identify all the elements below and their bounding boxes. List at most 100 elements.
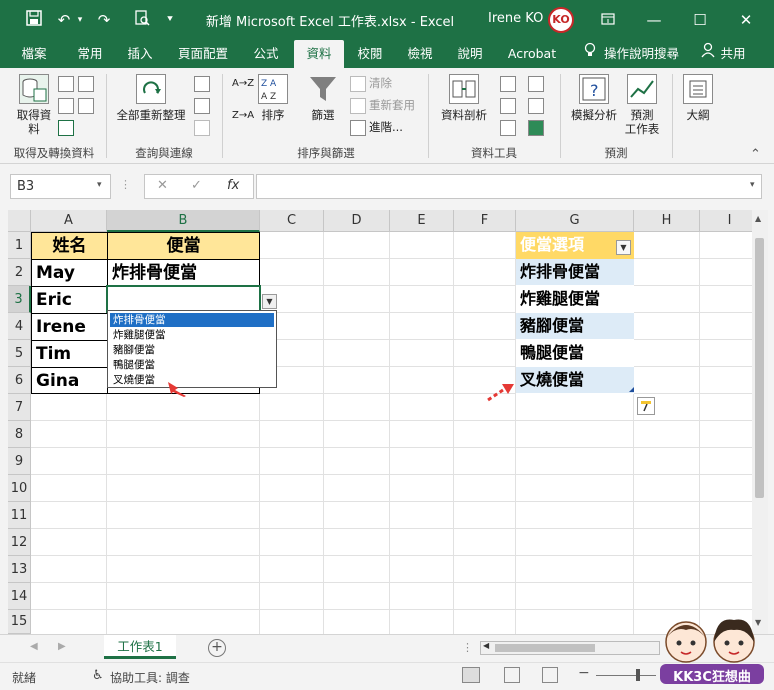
prev-sheet-icon[interactable]: ◀ <box>30 641 38 652</box>
reapply-button[interactable]: 重新套用 <box>350 96 415 114</box>
name-box[interactable]: B3 <box>10 174 111 199</box>
cell-a2[interactable]: May <box>31 259 108 287</box>
column-header-g[interactable]: G <box>516 210 634 232</box>
save-icon[interactable] <box>24 10 44 30</box>
properties-icon[interactable] <box>194 96 213 114</box>
expand-formula-icon[interactable]: ▾ <box>750 180 755 190</box>
text-to-columns-button[interactable]: 資料剖析 <box>436 74 492 122</box>
scroll-left-icon[interactable]: ◀ <box>483 641 489 650</box>
user-name[interactable]: Irene KO <box>488 11 543 26</box>
accessibility-status[interactable]: 協助工具: 調查 <box>110 669 190 686</box>
cell-a4[interactable]: Irene <box>31 313 108 341</box>
from-web-icon[interactable] <box>58 96 77 114</box>
what-if-analysis-button[interactable]: ? 模擬分析 <box>566 74 622 122</box>
get-data-button[interactable]: 取得資 料 <box>12 74 56 136</box>
data-model-icon[interactable] <box>528 118 547 136</box>
share-icon[interactable] <box>700 40 716 68</box>
column-header-b[interactable]: B <box>107 210 260 232</box>
row-header-8[interactable]: 8 <box>8 421 31 448</box>
formula-input[interactable] <box>256 174 762 199</box>
collapse-ribbon-icon[interactable]: ⌃ <box>750 146 761 164</box>
cell-a1[interactable]: 姓名 <box>31 232 108 260</box>
cell-g2[interactable]: 炸排骨便當 <box>516 259 634 286</box>
existing-connections-icon[interactable] <box>78 96 97 114</box>
vertical-scrollbar[interactable]: ▲ ▼ <box>752 210 768 634</box>
add-sheet-icon[interactable]: + <box>208 639 226 657</box>
enter-icon[interactable]: ✓ <box>191 178 202 193</box>
tab-review[interactable]: 校閱 <box>348 40 392 68</box>
row-header-3[interactable]: 3 <box>8 286 31 313</box>
worksheet-grid[interactable]: A B C D E F G H I 1 2 3 4 5 6 7 8 9 10 1… <box>8 210 760 634</box>
name-box-dropdown-icon[interactable]: ▾ <box>97 180 102 190</box>
cell-b1[interactable]: 便當 <box>107 232 260 260</box>
dropdown-option[interactable]: 鴨腿便當 <box>110 358 274 372</box>
cell-g6[interactable]: 叉燒便當 <box>516 367 634 394</box>
queries-connections-icon[interactable] <box>194 74 213 92</box>
page-break-view-icon[interactable] <box>542 667 558 683</box>
validation-dropdown-button[interactable]: ▼ <box>262 294 277 309</box>
edit-links-icon[interactable] <box>194 118 213 136</box>
print-preview-icon[interactable] <box>132 10 152 30</box>
redo-icon[interactable]: ↷ <box>94 10 114 30</box>
vertical-scroll-thumb[interactable] <box>755 238 764 498</box>
sort-ascending-button[interactable]: A→Z <box>232 78 254 89</box>
flash-fill-icon[interactable] <box>500 74 519 92</box>
tab-split-icon[interactable]: ⋮ <box>462 641 473 654</box>
row-header-6[interactable]: 6 <box>8 367 31 394</box>
dropdown-option[interactable]: 炸雞腿便當 <box>110 328 274 342</box>
consolidate-icon[interactable] <box>528 74 547 92</box>
horizontal-scrollbar[interactable]: ◀ <box>480 641 660 655</box>
row-header-12[interactable]: 12 <box>8 529 31 556</box>
normal-view-icon[interactable] <box>462 667 480 683</box>
row-header-9[interactable]: 9 <box>8 448 31 475</box>
cell-b2[interactable]: 炸排骨便當 <box>107 259 260 287</box>
cell-g4[interactable]: 豬腳便當 <box>516 313 634 340</box>
tab-data[interactable]: 資料 <box>294 40 344 68</box>
cell-a6[interactable]: Gina <box>31 367 108 394</box>
avatar[interactable]: KO <box>548 7 574 33</box>
undo-dropdown-icon[interactable]: ▾ <box>70 10 90 30</box>
row-header-2[interactable]: 2 <box>8 259 31 286</box>
column-header-d[interactable]: D <box>324 210 390 232</box>
outline-button[interactable]: 大綱 <box>678 74 718 122</box>
clear-filter-button[interactable]: 清除 <box>350 74 392 92</box>
recent-sources-icon[interactable] <box>78 74 97 92</box>
scroll-up-icon[interactable]: ▲ <box>755 214 761 223</box>
relationships-icon[interactable] <box>528 96 547 114</box>
dropdown-option[interactable]: 叉燒便當 <box>110 373 274 387</box>
tab-page-layout[interactable]: 頁面配置 <box>170 40 236 68</box>
sort-button[interactable]: Z A A Z 排序 <box>256 74 290 122</box>
row-header-5[interactable]: 5 <box>8 340 31 367</box>
tab-view[interactable]: 檢視 <box>398 40 442 68</box>
data-validation-icon[interactable] <box>500 118 519 136</box>
from-text-icon[interactable] <box>58 74 77 92</box>
cell-a5[interactable]: Tim <box>31 340 108 368</box>
tell-me-search[interactable]: 操作說明搜尋 <box>604 40 680 68</box>
dropdown-option[interactable]: 豬腳便當 <box>110 343 274 357</box>
zoom-out-icon[interactable]: − <box>578 665 590 681</box>
from-table-icon[interactable] <box>58 118 77 136</box>
insert-function-icon[interactable]: fx <box>227 178 239 193</box>
column-header-c[interactable]: C <box>260 210 324 232</box>
refresh-all-button[interactable]: 全部重新整理 <box>114 74 188 122</box>
page-layout-view-icon[interactable] <box>504 667 520 683</box>
select-all-corner[interactable] <box>8 210 31 232</box>
cell-g5[interactable]: 鴨腿便當 <box>516 340 634 367</box>
horizontal-scroll-thumb[interactable] <box>495 644 595 652</box>
column-header-h[interactable]: H <box>634 210 700 232</box>
quick-analysis-icon[interactable] <box>637 397 655 415</box>
table-filter-button[interactable]: ▼ <box>616 240 631 255</box>
row-header-1[interactable]: 1 <box>8 232 31 259</box>
maximize-icon[interactable]: ☐ <box>682 6 718 34</box>
zoom-slider-thumb[interactable] <box>636 669 640 681</box>
tab-insert[interactable]: 插入 <box>116 40 164 68</box>
row-header-10[interactable]: 10 <box>8 475 31 502</box>
tab-home[interactable]: 常用 <box>66 40 114 68</box>
filter-button[interactable]: 篩選 <box>304 74 342 122</box>
close-icon[interactable]: ✕ <box>728 6 764 34</box>
column-header-f[interactable]: F <box>454 210 516 232</box>
column-header-e[interactable]: E <box>390 210 454 232</box>
zoom-slider[interactable] <box>596 675 656 676</box>
row-header-15[interactable]: 15 <box>8 610 31 634</box>
row-header-13[interactable]: 13 <box>8 556 31 583</box>
